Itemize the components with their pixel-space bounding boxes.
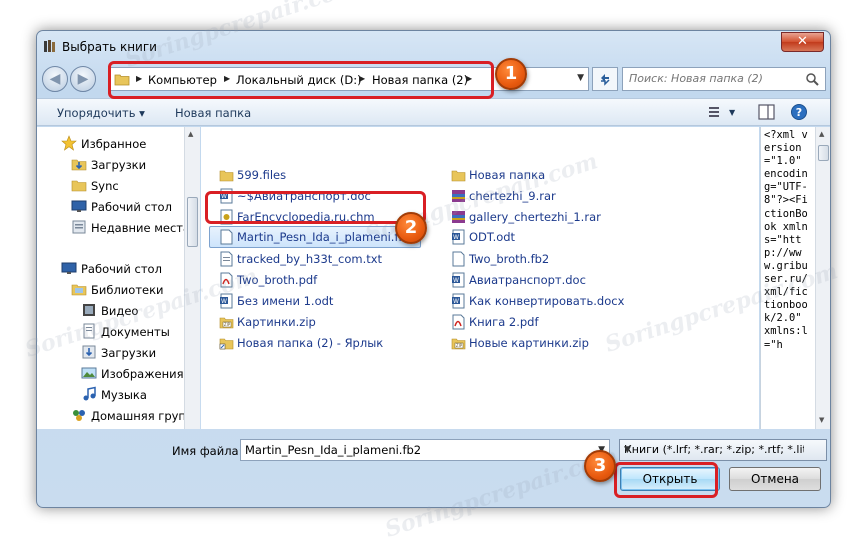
search-input[interactable] xyxy=(629,72,799,85)
organize-button[interactable]: Упорядочить ▾ xyxy=(57,106,145,120)
library-icon xyxy=(71,284,87,296)
annotation-badge-3: 3 xyxy=(584,450,616,482)
desktop-icon xyxy=(71,200,87,212)
filename-input[interactable] xyxy=(245,443,595,457)
svg-text:W: W xyxy=(453,277,459,284)
svg-text:?: ? xyxy=(796,106,802,119)
zip-icon: ZIP xyxy=(451,338,466,350)
chevron-down-icon[interactable]: ▼ xyxy=(624,445,804,455)
preview-pane: <?xml version="1.0" encoding="UTF-8"?><F… xyxy=(760,127,830,429)
preview-text: <?xml version="1.0" encoding="UTF-8"?><F… xyxy=(764,129,808,351)
svg-text:ZIP: ZIP xyxy=(224,322,231,327)
rar-icon xyxy=(452,190,465,202)
title-bar: Выбрать книги ✕ xyxy=(37,31,830,61)
window-title: Выбрать книги xyxy=(62,40,157,54)
shortcut-icon xyxy=(219,338,234,350)
annotation-badge-2: 2 xyxy=(395,212,427,244)
help-icon[interactable]: ? xyxy=(790,103,810,121)
search-box[interactable] xyxy=(622,67,826,91)
navigation-pane: Избранное Загрузки Sync Рабочий стол Нед… xyxy=(37,127,199,429)
annotation-highlight-file xyxy=(205,191,426,224)
pdf-icon xyxy=(220,272,233,288)
chevron-down-icon[interactable]: ▼ xyxy=(729,108,735,117)
cancel-button[interactable]: Отмена xyxy=(729,467,821,491)
music-icon xyxy=(83,386,96,401)
search-icon[interactable] xyxy=(805,72,819,86)
open-file-dialog: Выбрать книги ✕ ◀ ▶ ▶ Компьютер ▶ Локаль… xyxy=(36,30,831,508)
preview-scrollbar[interactable]: ▲ ▼ xyxy=(815,127,830,429)
preview-pane-icon[interactable] xyxy=(757,103,777,121)
new-folder-button[interactable]: Новая папка xyxy=(175,106,251,120)
view-options-icon[interactable] xyxy=(707,103,727,121)
svg-text:W: W xyxy=(453,298,459,305)
video-icon xyxy=(83,304,95,316)
scroll-up-icon[interactable]: ▲ xyxy=(819,130,824,138)
rar-icon xyxy=(452,211,465,223)
filename-label: Имя файла: xyxy=(172,444,243,458)
back-button[interactable]: ◀ xyxy=(42,66,68,92)
downloads-icon xyxy=(82,345,96,359)
word-icon: W xyxy=(452,229,465,245)
books-icon xyxy=(44,40,55,52)
pictures-icon xyxy=(81,367,97,379)
svg-text:W: W xyxy=(453,234,459,241)
documents-icon xyxy=(83,323,95,339)
file-icon xyxy=(452,251,465,267)
annotation-highlight-breadcrumb xyxy=(108,61,494,99)
word-icon: W xyxy=(452,293,465,309)
recent-icon xyxy=(72,220,86,234)
scroll-thumb[interactable] xyxy=(187,197,198,247)
refresh-button[interactable] xyxy=(592,67,618,91)
desktop-icon xyxy=(61,262,77,274)
refresh-icon xyxy=(601,74,610,86)
folder-icon xyxy=(451,170,466,182)
file-icon xyxy=(220,229,233,245)
folder-icon xyxy=(219,170,234,182)
annotation-badge-1: 1 xyxy=(495,58,527,90)
svg-text:W: W xyxy=(221,298,227,305)
annotation-highlight-open xyxy=(614,462,718,498)
navigation-scrollbar[interactable]: ▲ xyxy=(184,127,200,429)
forward-button[interactable]: ▶ xyxy=(70,66,96,92)
zip-icon: ZIP xyxy=(219,317,234,329)
file-list: 599.files W ~$Авиатранспорт.doc FarEncyc… xyxy=(201,127,759,429)
folder-icon xyxy=(71,180,87,192)
homegroup-icon xyxy=(73,410,85,421)
scroll-down-icon[interactable]: ▼ xyxy=(819,416,824,424)
word-icon: W xyxy=(220,293,233,309)
command-toolbar: Упорядочить ▾ Новая папка ▼ ? xyxy=(37,98,830,126)
star-icon xyxy=(61,135,77,151)
pdf-icon xyxy=(452,314,465,330)
close-button[interactable]: ✕ xyxy=(781,32,824,52)
file-type-filter[interactable]: Книги (*.lrf; *.rar; *.zip; *.rtf; *.lit… xyxy=(619,439,827,461)
filename-combobox[interactable]: ▼ xyxy=(240,439,610,461)
chevron-down-icon[interactable]: ▼ xyxy=(577,73,584,83)
downloads-icon xyxy=(71,159,87,171)
svg-text:ZIP: ZIP xyxy=(456,343,463,348)
text-icon xyxy=(220,251,233,267)
scroll-thumb[interactable] xyxy=(818,145,829,161)
word-icon: W xyxy=(452,272,465,288)
scroll-up-icon[interactable]: ▲ xyxy=(188,130,193,138)
